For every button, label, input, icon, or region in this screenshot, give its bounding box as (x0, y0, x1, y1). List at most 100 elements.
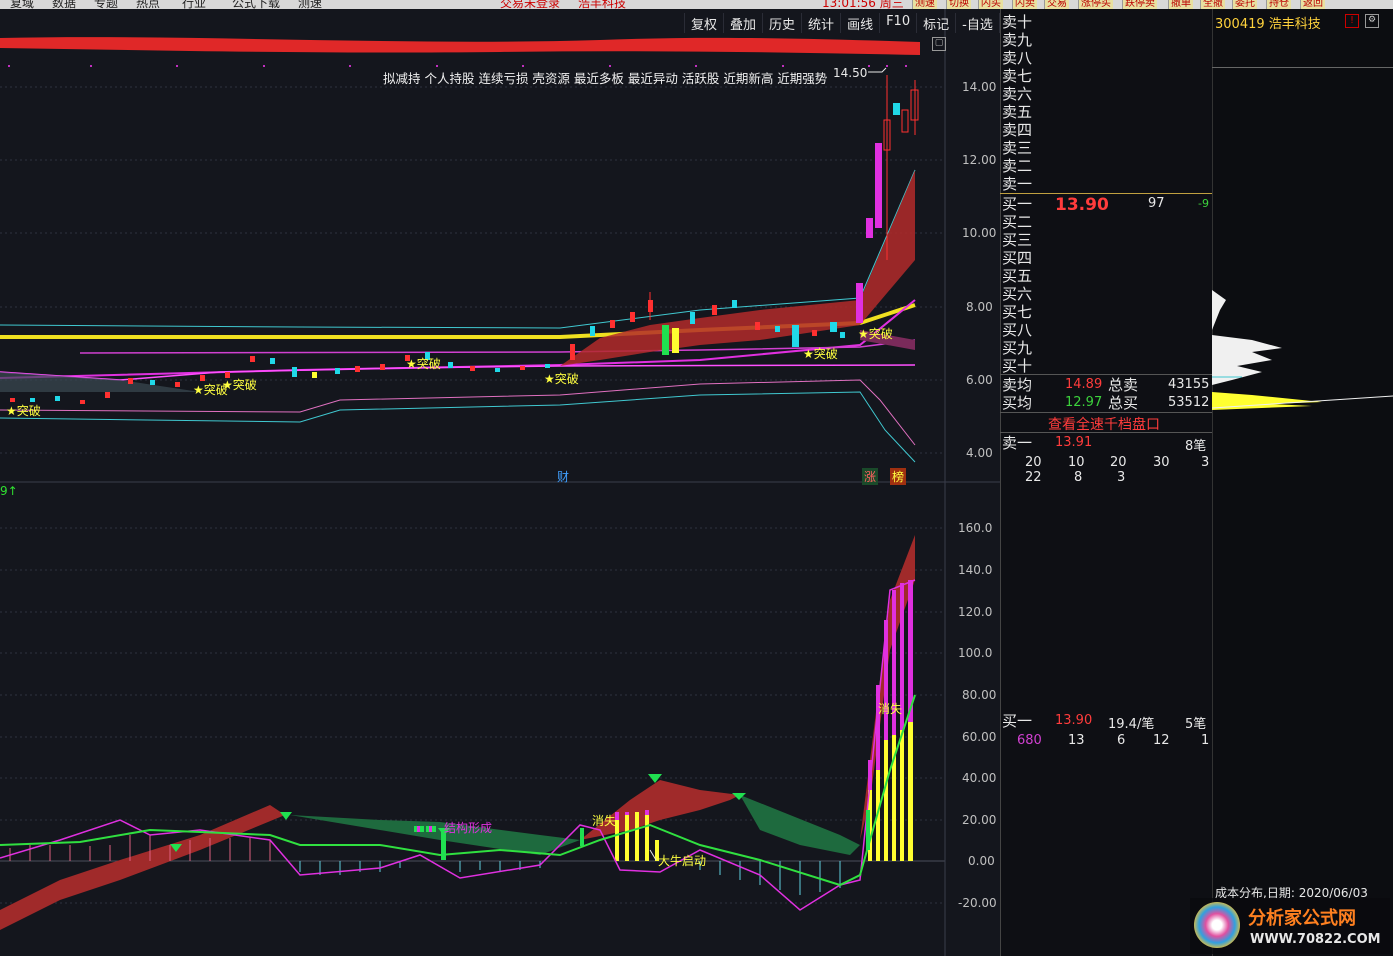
chart-zoom-button[interactable]: ▢ (932, 37, 946, 51)
finance-event-label[interactable]: 财 (557, 468, 569, 485)
band-lower (0, 391, 916, 463)
buy-level-1: 买一 (1002, 195, 1033, 213)
buy-avg-value: 12.97 (1065, 395, 1103, 410)
menu-item-6[interactable]: 公式下载 (232, 0, 280, 9)
tab-tongji[interactable]: 统计 (801, 13, 840, 33)
queue-buy1-avg: 19.4/笔 (1108, 717, 1155, 732)
price-tick-5: 6.00 (966, 373, 993, 387)
panel-divider (1212, 67, 1393, 68)
login-status: 交易未登录 (500, 0, 561, 9)
sell-level-5: 卖五 (1002, 103, 1033, 121)
trade-btn-1[interactable]: 测速 (912, 0, 937, 9)
indicator-name-list: 拟减持 个人持股 连续亏损 壳资源 最近多板 最近异动 活跃股 近期新高 近期强… (383, 71, 828, 86)
tab-biaoji[interactable]: 标记 (916, 13, 955, 33)
full-depth-link[interactable]: 查看全速千档盘口 (1048, 414, 1160, 434)
tab-zixuan[interactable]: -自选 (955, 13, 999, 33)
sell-level-9: 卖九 (1002, 31, 1033, 49)
sell-level-8: 卖八 (1002, 49, 1033, 67)
menu-item-5[interactable]: 行业 (182, 0, 206, 9)
info-icon[interactable]: ! (1345, 14, 1359, 28)
queue-sell1-label: 卖一 (1002, 434, 1033, 452)
osc-tick-9: 0.00 (968, 854, 995, 868)
trade-btn-7[interactable]: 跌停卖 (1122, 0, 1157, 9)
price-tick-3: 10.00 (962, 226, 997, 240)
trade-btn-9[interactable]: 全撤 (1200, 0, 1225, 9)
queue-buy1-price: 13.90 (1055, 713, 1093, 728)
marker-dots (8, 65, 907, 67)
kline-chart-area[interactable] (0, 9, 1000, 956)
trade-btn-11[interactable]: 持仓 (1266, 0, 1291, 9)
current-stock-title: 浩丰科技 (578, 0, 627, 9)
watermark-logo: 分析家公式网 WWW.70822.COM (1190, 898, 1390, 954)
queue-cell-big: 680 (1017, 733, 1042, 748)
osc-tick-1: 160.0 (958, 521, 993, 535)
ranking-label[interactable]: 榜 (890, 468, 907, 485)
trade-btn-10[interactable]: 委托 (1232, 0, 1257, 9)
osc-green-band1 (290, 815, 580, 855)
tab-lishi[interactable]: 历史 (762, 13, 801, 33)
menu-item-4[interactable]: 热点 (136, 0, 160, 9)
cost-distribution-chart (1212, 290, 1393, 410)
watermark-url: WWW.70822.COM (1250, 932, 1381, 947)
trade-btn-6[interactable]: 涨停买 (1078, 0, 1113, 9)
breakout-label: ★突破 (544, 372, 579, 386)
breakout-label: ★突破 (803, 347, 838, 361)
price-tick-1: 14.00 (962, 80, 997, 94)
clock-text: 13:01:56 周三 (822, 0, 904, 9)
queue-cell: 30 (1153, 455, 1170, 470)
settings-icon[interactable]: ⚙ (1365, 14, 1379, 28)
breakout-label: ★突破 (222, 378, 257, 392)
candles (10, 75, 919, 404)
buy1-volume: 97 (1148, 196, 1165, 211)
menu-item-2[interactable]: 数据 (52, 0, 76, 9)
total-sell-label: 总卖 (1108, 376, 1139, 394)
band-upper (0, 169, 916, 329)
osc-indicator-marker: 9↑ (0, 484, 18, 498)
tab-f10[interactable]: F10 (879, 13, 916, 33)
queue-cell: 20 (1025, 455, 1042, 470)
menu-item-1[interactable]: 复域 (10, 0, 34, 9)
chart-toolbar: 复权 叠加 历史 统计 画线 F10 标记 -自选 返回 (684, 13, 1038, 33)
buy-level-2: 买二 (1002, 213, 1033, 231)
tab-fuquan[interactable]: 复权 (684, 13, 723, 33)
queue-sell1-count: 8笔 (1185, 439, 1207, 454)
sell-level-6: 卖六 (1002, 85, 1033, 103)
limit-up-label[interactable]: 涨 (862, 468, 879, 485)
queue-buy1-count: 5笔 (1185, 717, 1207, 732)
queue-cell: 12 (1153, 733, 1170, 748)
price-gridlines (0, 86, 945, 904)
breakout-label: ★突破 (6, 404, 41, 418)
disappear-label-1: 消失 (592, 814, 617, 828)
queue-cell: 3 (1201, 455, 1210, 470)
menu-item-3[interactable]: 专题 (94, 0, 118, 9)
trade-btn-8[interactable]: 撤单 (1168, 0, 1193, 9)
trade-btn-2[interactable]: 切换 (946, 0, 971, 9)
green-bar-3 (866, 810, 870, 850)
osc-tick-10: -20.00 (958, 896, 997, 910)
ma-flat (0, 364, 916, 381)
buy1-price: 13.90 (1055, 195, 1109, 215)
osc-tick-8: 20.00 (962, 813, 997, 827)
trade-btn-4[interactable]: 闪卖 (1012, 0, 1037, 9)
high-pointer (868, 67, 887, 73)
buy-level-9: 买九 (1002, 339, 1033, 357)
osc-tick-7: 40.00 (962, 771, 997, 785)
trade-btn-5[interactable]: 交易 (1044, 0, 1069, 9)
tab-diejia[interactable]: 叠加 (723, 13, 762, 33)
sell-level-1: 卖一 (1002, 175, 1033, 193)
menu-item-7[interactable]: 测速 (298, 0, 322, 9)
buy-level-5: 买五 (1002, 267, 1033, 285)
sell-level-3: 卖三 (1002, 139, 1033, 157)
tab-huaxian[interactable]: 画线 (840, 13, 879, 33)
breakout-label: ★突破 (406, 357, 441, 371)
sell-avg-label: 卖均 (1002, 376, 1033, 394)
buy1-change: -9 (1198, 197, 1209, 210)
trade-btn-3[interactable]: 闪买 (978, 0, 1003, 9)
trade-btn-12[interactable]: 返回 (1300, 0, 1325, 9)
disappear-label-2: 消失 (878, 702, 903, 716)
bid-ask-divider (1000, 193, 1212, 194)
osc-red-band2 (580, 780, 740, 840)
buy-level-7: 买七 (1002, 303, 1033, 321)
osc-red-band1 (0, 805, 285, 930)
structure-formed-label: 结构形成 (444, 821, 493, 835)
